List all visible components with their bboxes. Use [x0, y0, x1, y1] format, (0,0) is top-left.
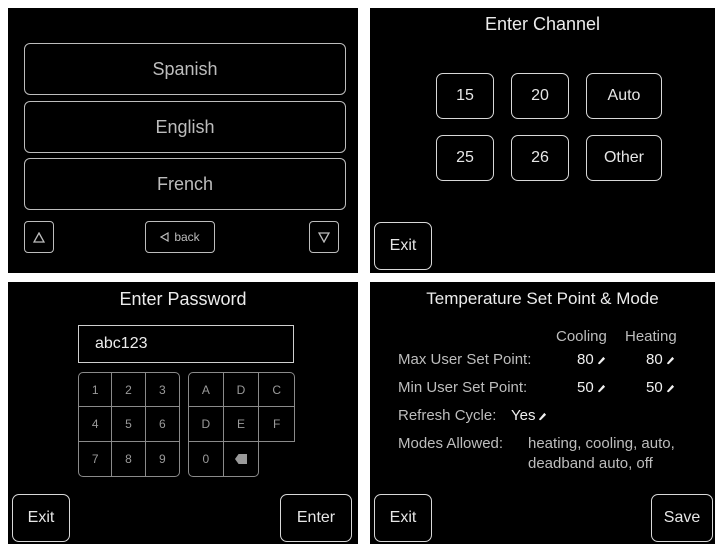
key-d-top[interactable]: D	[223, 372, 260, 407]
down-triangle-icon	[318, 231, 330, 243]
max-cooling-text: 80	[577, 351, 594, 368]
save-button[interactable]: Save	[651, 494, 713, 542]
max-set-point-label: Max User Set Point:	[398, 351, 532, 368]
channel-button-other[interactable]: Other	[586, 135, 662, 181]
key-c[interactable]: C	[259, 372, 295, 407]
temperature-screen: Temperature Set Point & Mode Cooling Hea…	[370, 282, 715, 544]
modes-allowed-line1: heating, cooling, auto,	[528, 435, 675, 452]
pencil-icon	[539, 412, 547, 420]
enter-button[interactable]: Enter	[280, 494, 352, 542]
scroll-up-button[interactable]	[24, 221, 54, 253]
language-option-spanish[interactable]: Spanish	[24, 43, 346, 95]
heating-column-header: Heating	[625, 328, 677, 345]
min-set-point-label: Min User Set Point:	[398, 379, 528, 396]
min-heating-value[interactable]: 50	[646, 379, 675, 396]
numeric-keypad: 1 2 3 4 5 6 7 8 9	[78, 372, 180, 477]
pencil-icon	[597, 384, 605, 392]
password-screen: Enter Password abc123 1 2 3 4 5 6 7 8 9 …	[8, 282, 358, 544]
pencil-icon	[597, 356, 605, 364]
language-screen: Spanish English French back	[8, 8, 358, 273]
key-4[interactable]: 4	[79, 407, 113, 442]
key-backspace[interactable]	[223, 442, 260, 477]
key-5[interactable]: 5	[112, 407, 146, 442]
min-heating-text: 50	[646, 379, 663, 396]
min-cooling-value[interactable]: 50	[577, 379, 606, 396]
backspace-icon	[234, 454, 247, 464]
key-f[interactable]: F	[259, 407, 295, 442]
password-input[interactable]: abc123	[78, 325, 294, 363]
back-button[interactable]: back	[145, 221, 215, 253]
language-option-english[interactable]: English	[24, 101, 346, 153]
key-0[interactable]: 0	[188, 442, 224, 477]
max-heating-text: 80	[646, 351, 663, 368]
page-title: Enter Password	[119, 289, 247, 309]
page-title: Temperature Set Point & Mode	[426, 289, 659, 308]
key-8[interactable]: 8	[112, 441, 146, 476]
key-e[interactable]: E	[223, 407, 260, 442]
channel-screen: Enter Channel 15 20 Auto 25 26 Other Exi…	[370, 8, 715, 273]
page-title: Enter Channel	[484, 14, 601, 34]
key-a[interactable]: A	[188, 372, 224, 407]
key-2[interactable]: 2	[112, 373, 146, 408]
channel-button-15[interactable]: 15	[436, 73, 494, 119]
channel-button-25[interactable]: 25	[436, 135, 494, 181]
exit-button[interactable]: Exit	[12, 494, 70, 542]
max-cooling-value[interactable]: 80	[577, 351, 606, 368]
scroll-down-button[interactable]	[309, 221, 339, 253]
hex-keypad: A D C D E F 0	[188, 372, 295, 477]
key-9[interactable]: 9	[146, 442, 179, 476]
max-heating-value[interactable]: 80	[646, 351, 675, 368]
exit-button[interactable]: Exit	[374, 222, 432, 270]
exit-button[interactable]: Exit	[374, 494, 432, 542]
key-7[interactable]: 7	[79, 441, 113, 476]
key-6[interactable]: 6	[145, 407, 179, 442]
pencil-icon	[666, 356, 674, 364]
refresh-cycle-label: Refresh Cycle:	[398, 407, 497, 424]
modes-allowed-label: Modes Allowed:	[398, 435, 504, 452]
cooling-column-header: Cooling	[556, 328, 607, 345]
language-option-french[interactable]: French	[24, 158, 346, 210]
key-empty	[259, 442, 295, 477]
pencil-icon	[666, 384, 674, 392]
refresh-cycle-value[interactable]: Yes	[511, 407, 547, 424]
channel-button-20[interactable]: 20	[511, 73, 569, 119]
key-3[interactable]: 3	[145, 373, 179, 408]
min-cooling-text: 50	[577, 379, 594, 396]
channel-button-26[interactable]: 26	[511, 135, 569, 181]
back-label: back	[174, 230, 200, 244]
modes-allowed-line2: deadband auto, off	[528, 455, 653, 472]
up-triangle-icon	[33, 231, 45, 243]
key-1[interactable]: 1	[79, 373, 113, 408]
back-arrow-icon	[160, 232, 169, 242]
key-d[interactable]: D	[188, 407, 224, 442]
channel-button-auto[interactable]: Auto	[586, 73, 662, 119]
refresh-cycle-text: Yes	[511, 407, 536, 424]
